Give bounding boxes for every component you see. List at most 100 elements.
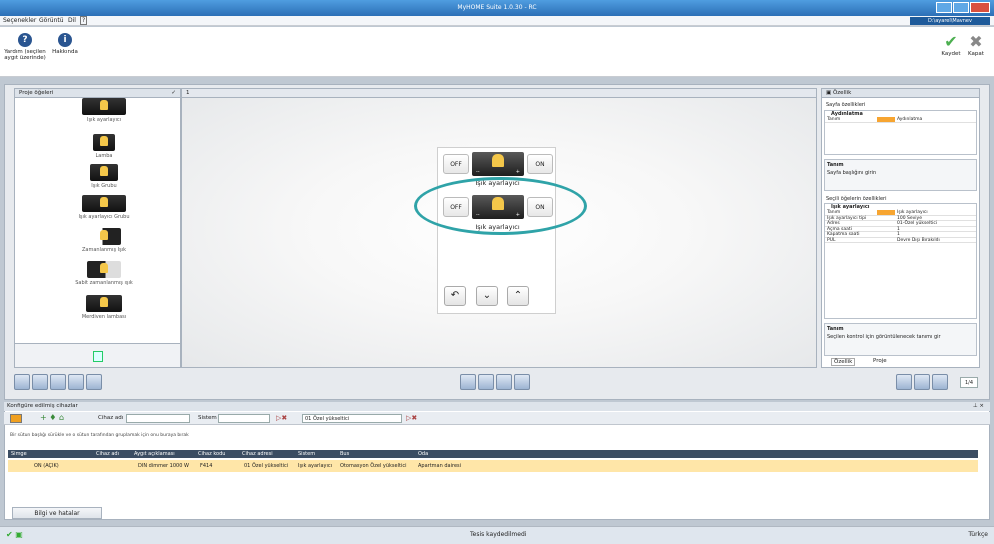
menu-help[interactable]: ?	[80, 16, 88, 25]
off-button[interactable]: OFF	[443, 154, 469, 174]
filter-icon[interactable]: ▷✖	[276, 414, 287, 422]
col-cihaz-adresi[interactable]: Cihaz adresi	[242, 450, 273, 458]
close-window-button[interactable]	[970, 2, 990, 13]
properties-header: ▣ Özellik	[822, 89, 979, 98]
palette-item-timed-light[interactable]: Zamanlanmış Işık	[59, 228, 149, 253]
about-button[interactable]: i Hakkında	[51, 33, 79, 55]
maximize-button[interactable]	[953, 2, 969, 13]
col-cihaz-kodu[interactable]: Cihaz kodu	[198, 450, 225, 458]
properties-icon: ▣	[826, 90, 833, 96]
item-desc-box: Tanım Seçilen kontrol için görüntülenece…	[824, 323, 977, 356]
dimmer-control-1[interactable]: OFF -- + ON	[443, 152, 553, 176]
page-props-grid: Aydınlatma Tanım Aydınlatma	[824, 110, 977, 155]
menu-goruntu[interactable]: Görüntü	[39, 17, 64, 24]
chevron-down-icon: ⌄	[482, 290, 492, 301]
trash-icon[interactable]	[93, 351, 103, 362]
address-filter[interactable]: 01 Özel yükseltici	[302, 414, 402, 423]
edit-swatch	[877, 210, 895, 215]
fixed-timed-light-icon	[87, 261, 121, 278]
new-page-icon[interactable]	[14, 374, 30, 390]
minimize-button[interactable]	[936, 2, 952, 13]
tab-ozellik[interactable]: Özellik	[831, 358, 856, 366]
menu-dil[interactable]: Dil	[68, 17, 76, 24]
close-button[interactable]: ✖ Kapat	[964, 33, 988, 58]
chevron-up-icon: ⌃	[513, 290, 523, 301]
page-counter: 1/4	[960, 377, 978, 388]
arrange-tools	[460, 374, 530, 390]
filter-bar: + ♦ ⌂ Cihaz adı Sistem ▷✖ 01 Özel yüksel…	[4, 412, 990, 425]
toolbar: ? Yardım (seçilen aygıt üzerinde) i Hakk…	[0, 27, 994, 77]
palette-item-stair-light[interactable]: Merdiven lambası	[59, 295, 149, 320]
palette-item-lamp[interactable]: Lamba	[59, 134, 149, 159]
status-bar: ✔ ▣ Tesis kaydedilmedi Türkçe	[0, 526, 994, 544]
trash-area[interactable]	[14, 343, 181, 368]
save-button[interactable]: ✔ Kaydet	[940, 32, 962, 58]
col-sistem[interactable]: Sistem	[298, 450, 315, 458]
col-bus[interactable]: Bus	[340, 450, 349, 458]
light-group-icon	[90, 164, 118, 181]
grid-icon[interactable]	[68, 374, 84, 390]
help-label: Yardım (seçilen aygıt üzerinde)	[4, 49, 46, 61]
menu-bar: Seçenekler Görüntü Dil ?	[0, 16, 994, 26]
next-page-icon[interactable]	[932, 374, 948, 390]
page-desc-box: Tanım Sayfa başlığını girin	[824, 159, 977, 191]
devices-table-header: Simge Cihaz adı Aygıt açıklaması Cihaz k…	[8, 450, 978, 458]
title-bar: MyHOME Suite 1.0.30 - RC	[0, 0, 994, 16]
prop-row[interactable]: Tanım Aydınlatma	[825, 117, 976, 123]
help-icon: ?	[18, 33, 32, 47]
item-props-label: Seçili öğelerin özellikleri	[826, 196, 887, 202]
palette-icon[interactable]	[86, 374, 102, 390]
arrow-down-icon[interactable]	[478, 374, 494, 390]
info-errors-tab[interactable]: Bilgi ve hatalar	[12, 507, 102, 519]
device-name-filter[interactable]	[126, 414, 190, 423]
collapse-icon[interactable]: ✓	[171, 89, 176, 98]
col-simge[interactable]: Simge	[11, 450, 27, 458]
back-button[interactable]: ↶	[444, 286, 466, 306]
scroll-up-button[interactable]: ⌃	[507, 286, 529, 306]
info-icon: i	[58, 33, 72, 47]
system-filter[interactable]	[218, 414, 270, 423]
palette-item-fixed-timed-light[interactable]: Sabit zamanlanmış ışık	[59, 261, 149, 286]
prop-row[interactable]: PUL Devre Dışı Bırakıldı	[825, 238, 976, 243]
col-oda[interactable]: Oda	[418, 450, 428, 458]
user-path: D:\ayarel\Mavnev	[910, 17, 990, 25]
status-ok-icon: ✔ ▣	[6, 530, 23, 539]
arrow-left-icon[interactable]	[460, 374, 476, 390]
page-props-label: Sayfa özellikleri	[826, 102, 866, 108]
filter-clear-icon[interactable]: ▷✖	[406, 414, 417, 422]
close-label: Kapat	[968, 51, 984, 57]
stair-light-icon	[86, 295, 122, 312]
lamp-icon	[93, 134, 115, 151]
item-props-grid: Işık ayarlayıcı Tanım Işık ayarlayıcı Işı…	[824, 203, 977, 319]
pin-icon[interactable]: ⊥ ×	[973, 402, 984, 411]
palette-item-dimmer[interactable]: Işık ayarlayıcı	[59, 98, 149, 123]
col-aygit-aciklamasi[interactable]: Aygıt açıklaması	[134, 450, 175, 458]
checkmark-icon: ✔	[944, 32, 958, 51]
menu-secenekler[interactable]: Seçenekler	[3, 17, 36, 24]
arrow-right-icon[interactable]	[514, 374, 530, 390]
window-title: MyHOME Suite 1.0.30 - RC	[457, 4, 537, 11]
palette-item-dimmer-group[interactable]: Işık ayarlayıcı Grubu	[59, 195, 149, 220]
col-cihaz-adi[interactable]: Cihaz adı	[96, 450, 119, 458]
scroll-down-button[interactable]: ⌄	[476, 286, 498, 306]
dimmer-slider[interactable]: -- +	[472, 152, 524, 176]
panel-title: Proje öğeleri	[19, 90, 54, 96]
copy-icon[interactable]	[50, 374, 66, 390]
add-icon[interactable]: + ♦ ⌂	[40, 413, 64, 422]
home-icon[interactable]	[914, 374, 930, 390]
prev-page-icon[interactable]	[896, 374, 912, 390]
page-tab[interactable]: 1	[182, 89, 816, 98]
cut-icon[interactable]	[32, 374, 48, 390]
dimmer-group-icon	[82, 195, 126, 212]
page-nav	[896, 374, 948, 390]
add-device-icon[interactable]	[10, 414, 22, 423]
tab-proje[interactable]: Proje	[871, 358, 889, 364]
help-button[interactable]: ? Yardım (seçilen aygıt üzerinde)	[3, 33, 47, 61]
save-label: Kaydet	[941, 51, 961, 57]
table-row[interactable]: ON (AÇIK) DIN dimmer 1000 W F414 01 Özel…	[8, 460, 978, 472]
devices-title: Konfigüre edilmiş cihazlar ⊥ ×	[4, 402, 990, 411]
project-items-header: Proje öğeleri ✓	[15, 89, 180, 98]
arrow-up-icon[interactable]	[496, 374, 512, 390]
on-button[interactable]: ON	[527, 154, 553, 174]
palette-item-light-group[interactable]: Işık Grubu	[59, 164, 149, 189]
